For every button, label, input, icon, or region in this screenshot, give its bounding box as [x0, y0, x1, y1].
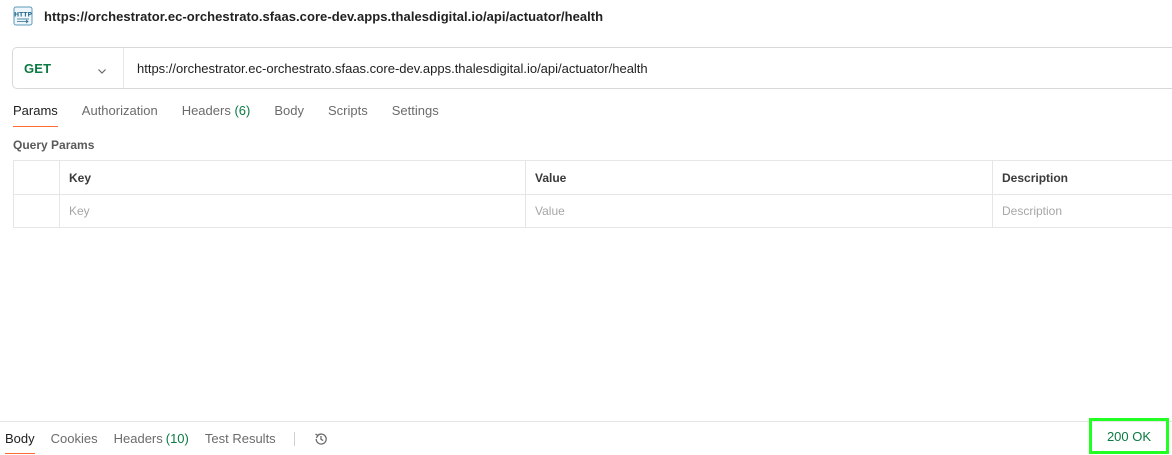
tab-headers[interactable]: Headers (6) [182, 101, 251, 127]
request-title-row: HTTP https://orchestrator.ec-orchestrato… [12, 5, 603, 27]
tab-authorization[interactable]: Authorization [82, 101, 158, 127]
table-row: Key Value Description [14, 194, 1172, 227]
tab-settings[interactable]: Settings [392, 101, 439, 127]
key-column-header: Key [59, 161, 525, 194]
checkbox-header-cell [14, 161, 59, 194]
method-label: GET [24, 60, 52, 76]
tab-scripts[interactable]: Scripts [328, 101, 368, 127]
value-column-header: Value [525, 161, 992, 194]
value-input[interactable]: Value [525, 195, 992, 227]
tab-body[interactable]: Body [274, 101, 304, 127]
response-tab-cookies[interactable]: Cookies [51, 422, 98, 455]
response-tabs: Body Cookies Headers (10) Test Results [0, 422, 329, 455]
response-tab-test-results[interactable]: Test Results [205, 422, 276, 455]
tab-headers-label: Headers [181, 103, 231, 118]
description-column-header: Description [992, 161, 1172, 194]
response-tab-headers[interactable]: Headers (10) [114, 422, 189, 455]
query-params-table: Key Value Description Key Value Descript… [13, 160, 1172, 228]
response-bar: Body Cookies Headers (10) Test Results [0, 421, 1172, 455]
url-bar: GET [12, 47, 1172, 89]
response-tab-body[interactable]: Body [5, 422, 35, 455]
request-page: HTTP https://orchestrator.ec-orchestrato… [0, 0, 1172, 455]
chevron-down-icon [97, 63, 107, 74]
table-header-row: Key Value Description [14, 161, 1172, 194]
history-icon[interactable] [313, 431, 329, 447]
tab-headers-count: (6) [234, 103, 251, 118]
request-tabs: Params Authorization Headers (6) Body Sc… [13, 101, 439, 129]
row-checkbox-cell[interactable] [14, 195, 59, 227]
key-input[interactable]: Key [59, 195, 525, 227]
status-badge[interactable]: 200 OK [1089, 418, 1169, 454]
request-title[interactable]: https://orchestrator.ec-orchestrato.sfaa… [44, 9, 603, 24]
http-icon: HTTP [12, 5, 34, 27]
query-params-label: Query Params [13, 138, 95, 152]
tab-divider [293, 431, 295, 446]
svg-text:HTTP: HTTP [14, 12, 32, 19]
description-input[interactable]: Description [992, 195, 1172, 227]
response-tab-headers-count: (10) [165, 431, 189, 446]
url-input[interactable] [124, 48, 1172, 88]
method-select[interactable]: GET [13, 48, 124, 88]
tab-params[interactable]: Params [13, 101, 58, 127]
response-tab-headers-label: Headers [113, 431, 163, 446]
